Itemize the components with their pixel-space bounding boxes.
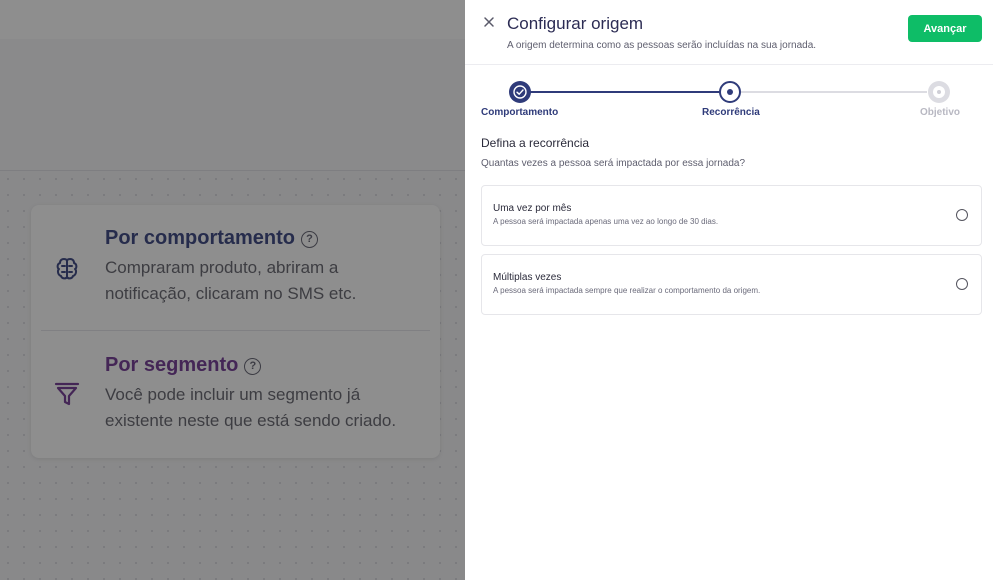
close-icon[interactable]: [482, 15, 496, 29]
option-description: A pessoa será impactada apenas uma vez a…: [493, 217, 719, 226]
section-subtitle: Quantas vezes a pessoa será impactada po…: [481, 158, 746, 169]
step-objective-indicator: [928, 81, 950, 103]
step-recurrence-indicator[interactable]: [719, 81, 741, 103]
next-button[interactable]: Avançar: [908, 15, 982, 42]
drawer-title: Configurar origem: [507, 14, 644, 33]
step-recurrence-label[interactable]: Recorrência: [702, 107, 760, 118]
step-behavior-indicator[interactable]: [509, 81, 531, 103]
check-circle-icon: [513, 85, 527, 99]
section-title: Defina a recorrência: [481, 136, 590, 150]
drawer-header: Configurar origem A origem determina com…: [465, 0, 993, 65]
radio-button[interactable]: [956, 209, 968, 221]
option-description: A pessoa será impactada sempre que reali…: [493, 286, 761, 295]
stepper-line-completed: [530, 91, 724, 93]
stepper-line-pending: [741, 91, 927, 93]
step-behavior-label[interactable]: Comportamento: [481, 107, 558, 118]
configure-origin-drawer: Configurar origem A origem determina com…: [465, 0, 993, 580]
option-title: Uma vez por mês: [493, 203, 572, 214]
recurrence-option-once-per-month[interactable]: Uma vez por mês A pessoa será impactada …: [481, 185, 982, 246]
option-title: Múltiplas vezes: [493, 272, 562, 283]
stepper: Comportamento Recorrência Objetivo: [465, 66, 993, 126]
step-objective-label: Objetivo: [920, 107, 961, 118]
recurrence-option-multiple-times[interactable]: Múltiplas vezes A pessoa será impactada …: [481, 254, 982, 315]
radio-button[interactable]: [956, 278, 968, 290]
drawer-subtitle: A origem determina como as pessoas serão…: [507, 40, 817, 51]
